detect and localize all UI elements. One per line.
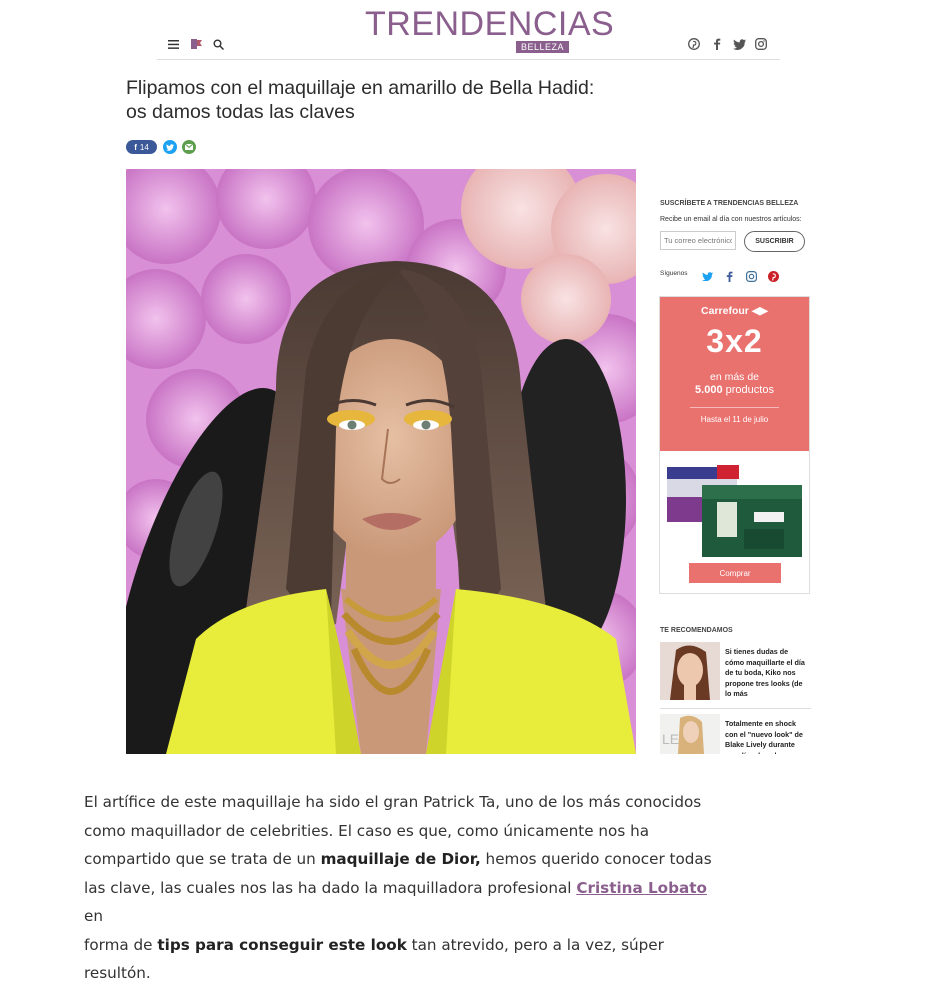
email-input[interactable] [660,231,736,250]
search-icon[interactable] [210,36,226,52]
header-divider [157,59,780,60]
ad-product-image [667,465,802,557]
article-hero-image [126,169,636,754]
bold-text: maquillaje de Dior, [320,850,481,868]
recommended-item-title[interactable]: Totalmente en shock con el "nuevo look" … [725,719,805,754]
carrefour-logo-icon: ◀▶ [751,305,768,317]
facebook-icon[interactable] [709,36,725,52]
ad-offer-panel: Carrefour ◀▶ 3x2 en más de 5.000 product… [660,297,809,451]
article-title-line: os damos todas las claves [126,101,355,123]
pinterest-icon[interactable] [766,269,780,283]
twitter-icon [166,143,174,151]
ad-buy-button[interactable]: Comprar [689,563,781,583]
site-logo-section[interactable]: BELLEZA [516,41,570,53]
body-line: forma de tips para conseguir este look t… [84,935,664,983]
twitter-icon[interactable] [700,269,714,283]
facebook-icon[interactable] [722,269,736,283]
subscribe-button[interactable]: SUSCRIBIR [744,231,805,252]
recommended-title: TE RECOMENDAMOS [660,627,733,634]
ad-line1: en más de [709,371,760,383]
body-line: El artífice de este maquillaje ha sido e… [84,793,702,811]
ad-banner[interactable]: Carrefour ◀▶ 3x2 en más de 5.000 product… [659,296,810,594]
ad-divider [690,407,779,408]
recommended-thumbnail[interactable]: LES [660,714,720,754]
ad-offer: 3x2 [706,323,763,359]
ad-until: Hasta el 11 de julio [700,415,769,424]
email-icon [185,144,193,150]
flag-icon[interactable] [188,36,204,52]
twitter-icon[interactable] [731,36,747,52]
article-body: El artífice de este maquillaje ha sido e… [84,788,724,988]
facebook-share-button[interactable]: f 14 [126,140,157,154]
twitter-share-button[interactable] [163,140,177,154]
menu-icon[interactable] [165,36,181,52]
recommended-item-title[interactable]: Si tienes dudas de cómo maquillarte el d… [725,647,805,700]
article-title-line: Flipamos con el maquillaje en amarillo d… [126,77,595,99]
body-line: como maquillador de celebrities. El caso… [84,821,650,840]
site-logo[interactable]: TRENDENCIAS [365,6,614,42]
instagram-icon[interactable] [753,36,769,52]
ad-brand: Carrefour ◀▶ [701,305,768,317]
bold-text: tips para conseguir este look [157,935,407,954]
instagram-icon[interactable] [744,269,758,283]
ad-line2: 5.000 productos [695,384,774,396]
pinterest-icon[interactable] [686,36,702,52]
follow-label: Síguenos [660,270,688,277]
cristina-lobato-link[interactable]: Cristina Lobato [576,879,707,897]
article-title: Flipamos con el maquillaje en amarillo d… [126,76,646,124]
subscribe-description: Recibe un email al día con nuestros artí… [660,216,802,223]
body-line: compartido que se trata de un maquillaje… [84,850,712,868]
subscribe-title: SUSCRÍBETE A TRENDENCIAS BELLEZA [660,200,799,207]
facebook-icon: f [134,142,137,152]
recommended-thumbnail[interactable] [660,642,720,700]
email-share-button[interactable] [182,140,196,154]
facebook-share-count: 14 [139,142,149,152]
body-line: las clave, las cuales nos las ha dado la… [84,878,707,926]
recommended-divider [660,708,811,709]
